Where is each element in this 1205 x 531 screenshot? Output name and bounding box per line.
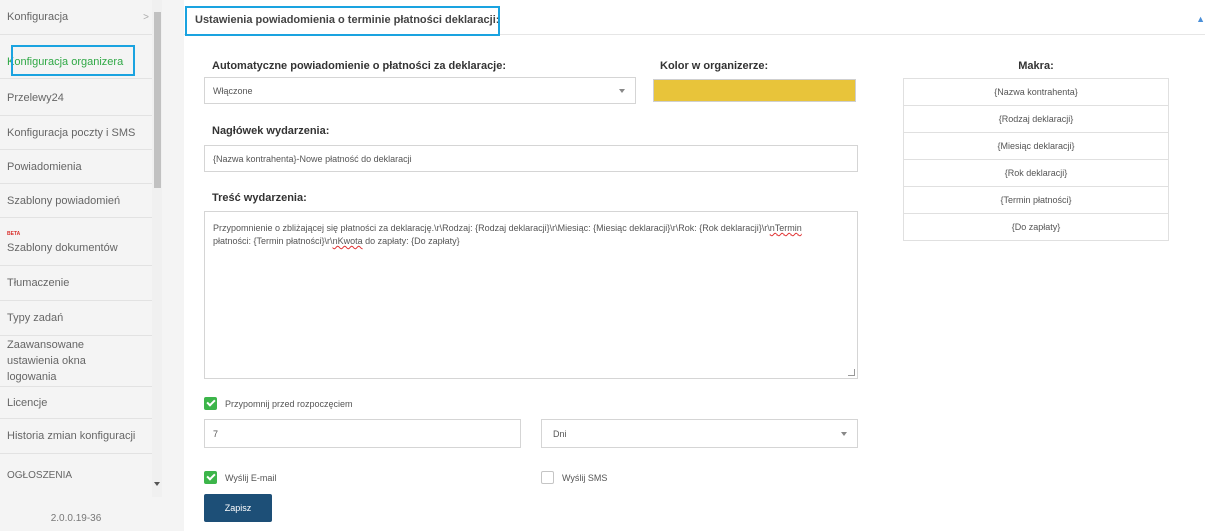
color-label: Kolor w organizerze: [660,60,769,72]
sidebar-item-konfiguracja[interactable]: Konfiguracja > [0,0,152,35]
sidebar-item-szablony-dokumentow[interactable]: BETA Szablony dokumentów [0,218,152,266]
sidebar-item-label: Historia zmian konfiguracji [7,430,136,442]
event-content-textarea[interactable]: Przypomnienie o zbliżającej się płatnośc… [204,211,858,379]
send-email-label: Wyślij E-mail [225,473,277,483]
remind-unit-value: Dni [553,428,567,439]
macro-item[interactable]: {Termin płatności} [903,186,1169,214]
sidebar-item-przelewy24[interactable]: Przelewy24 [0,80,152,116]
macros-title: Makra: [1018,60,1054,72]
remind-amount-value: 7 [213,428,219,439]
sidebar-item-label: Konfiguracja [7,11,69,23]
sidebar-item-label: Tłumaczenie [7,277,70,289]
sidebar-scrollbar-thumb[interactable] [154,12,161,188]
sidebar-item-powiadomienia[interactable]: Powiadomienia [0,150,152,184]
send-sms-checkbox[interactable] [541,471,554,484]
send-email-checkbox[interactable] [204,471,217,484]
macro-item[interactable]: {Rodzaj deklaracji} [903,105,1169,133]
sidebar-item-label: Konfiguracja poczty i SMS [7,126,136,139]
resize-handle-icon[interactable] [848,369,855,376]
remind-label: Przypomnij przed rozpoczęciem [225,399,353,409]
scroll-down-icon[interactable] [154,482,160,486]
send-sms-label: Wyślij SMS [562,473,608,483]
sidebar-item-licencje[interactable]: Licencje [0,387,152,419]
collapse-icon[interactable]: ▲ [1196,14,1205,24]
sidebar-item-label: Szablony dokumentów [7,241,118,254]
remind-checkbox[interactable] [204,397,217,410]
active-item-highlight [11,45,135,76]
beta-badge: BETA [7,231,21,237]
sidebar: Konfiguracja > Konfiguracja organizera P… [0,0,163,531]
chevron-right-icon: > [143,11,149,23]
sidebar-item-typy-zadan[interactable]: Typy zadań [0,301,152,336]
chevron-down-icon [619,88,625,93]
macro-item[interactable]: {Do zapłaty} [903,213,1169,241]
sidebar-item-label: Szablony powiadomień [7,194,121,207]
color-picker[interactable] [653,79,856,102]
sidebar-item-label: Typy zadań [7,312,64,324]
sidebar-item-tlumaczenie[interactable]: Tłumaczenie [0,266,152,301]
event-content-label: Treść wydarzenia: [212,192,307,204]
sidebar-item-szablony-powiadomien[interactable]: Szablony powiadomień [0,184,152,218]
content-line-2: płatności: {Termin płatności}\r\nKwota d… [213,236,460,246]
sidebar-item-historia-zmian[interactable]: Historia zmian konfiguracji [0,419,152,454]
content-gutter [162,0,184,531]
sidebar-item-label: OGŁOSZENIA [7,469,73,481]
content-line-1: Przypomnienie o zbliżającej się płatnośc… [213,223,802,233]
sidebar-item-label: Zaawansowane ustawienia okna logowania [7,339,86,383]
app-version: 2.0.0.19-36 [50,513,102,524]
sidebar-item-zaawansowane-ustawienia[interactable]: Zaawansowane ustawienia okna logowania [0,336,152,387]
auto-notification-select[interactable]: Włączone [204,77,636,104]
macro-item[interactable]: {Nazwa kontrahenta} [903,78,1169,106]
event-header-label: Nagłówek wydarzenia: [212,125,330,137]
sidebar-item-label: Powiadomienia [7,160,82,173]
save-button[interactable]: Zapisz [204,494,272,522]
settings-panel: Ustawienia powiadomienia o terminie płat… [184,0,1205,531]
auto-notification-value: Włączone [213,85,253,96]
auto-notification-label: Automatyczne powiadomienie o płatności z… [212,60,507,72]
macro-item[interactable]: {Rok deklaracji} [903,159,1169,187]
chevron-down-icon [841,431,847,436]
event-header-input[interactable]: {Nazwa kontrahenta}-Nowe płatność do dek… [204,145,858,172]
section-title-highlight [185,6,500,36]
macro-item[interactable]: {Miesiąc deklaracji} [903,132,1169,160]
sidebar-item-label: Przelewy24 [7,91,64,104]
remind-unit-select[interactable]: Dni [541,419,858,448]
sidebar-item-label: Licencje [7,396,48,409]
remind-amount-input[interactable]: 7 [204,419,521,448]
sidebar-item-konfiguracja-poczty[interactable]: Konfiguracja poczty i SMS [0,116,152,150]
sidebar-item-ogloszenia[interactable]: OGŁOSZENIA [0,454,152,497]
event-header-value: {Nazwa kontrahenta}-Nowe płatność do dek… [213,153,412,164]
